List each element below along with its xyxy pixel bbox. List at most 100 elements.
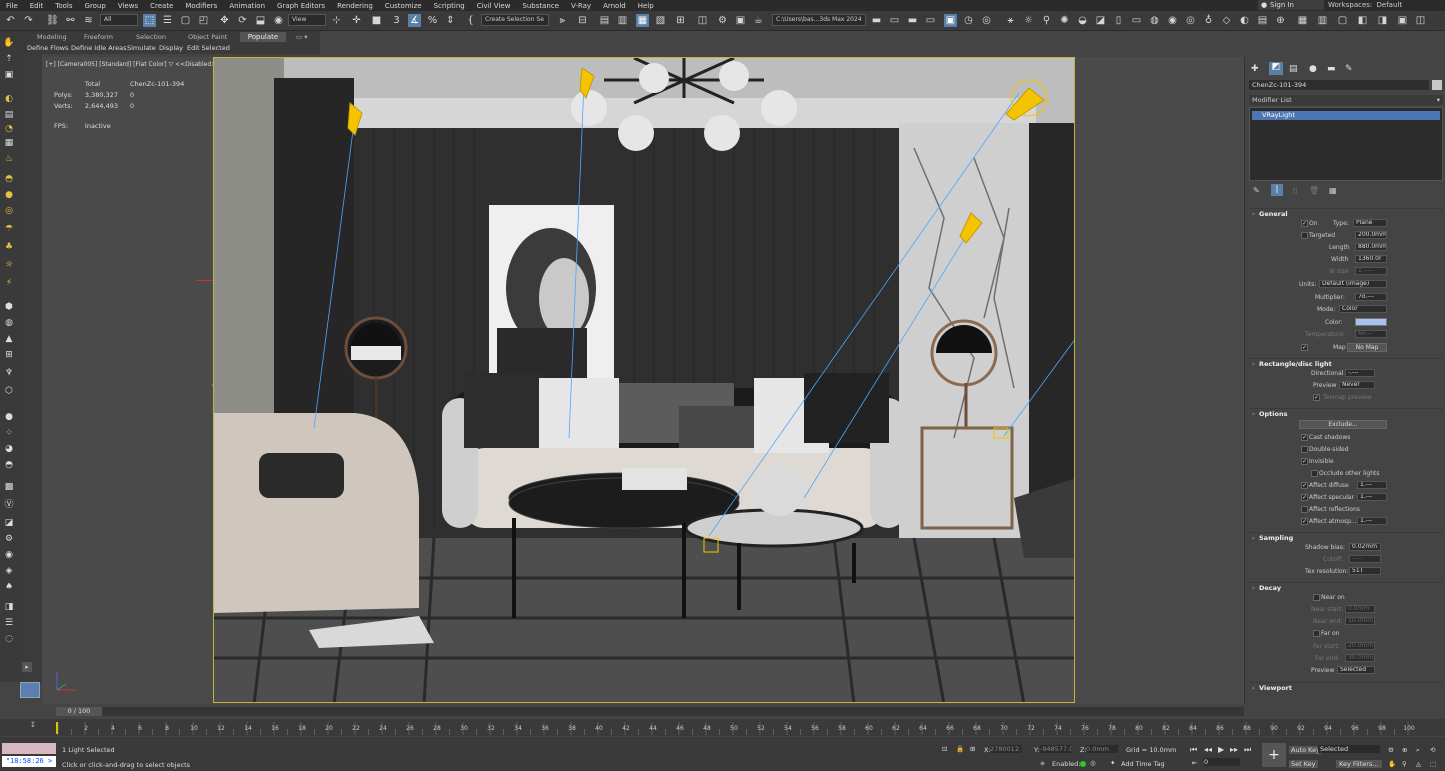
sphere-icon[interactable]: ●	[3, 190, 15, 201]
modifier-list-dropdown[interactable]: Modifier List ▾	[1249, 95, 1443, 105]
curve-editor-icon[interactable]: ▧	[654, 14, 667, 27]
ball-icon[interactable]: ●	[3, 412, 15, 423]
material-editor-icon[interactable]: ◫	[696, 14, 709, 27]
maxscript-clock[interactable]: "18:58:26 >	[2, 756, 56, 767]
box-icon[interactable]: ▤	[3, 110, 15, 121]
material-icon[interactable]: ◉	[3, 550, 15, 561]
move-icon[interactable]: ✥	[218, 14, 231, 27]
selection-filter-dropdown[interactable]: All	[100, 14, 138, 26]
vray-camera-icon[interactable]: ◐	[1238, 14, 1251, 27]
bolt-icon[interactable]: ⚡	[3, 278, 15, 289]
torus-icon[interactable]: ◎	[3, 206, 15, 217]
vray-extra-icon-4[interactable]: ◧	[1356, 14, 1369, 27]
map-checkbox[interactable]: ✓	[1301, 344, 1308, 351]
menu-create[interactable]: Create	[144, 2, 179, 10]
create-tab-icon[interactable]: ✚	[1251, 64, 1259, 74]
link-icon[interactable]: ⛓	[46, 14, 59, 27]
go-to-end-icon[interactable]: ⏭	[1244, 745, 1251, 755]
vray-extra-icon-3[interactable]: ▢	[1336, 14, 1349, 27]
vray-toolbar-icon-2[interactable]: ▭	[888, 14, 901, 27]
layer-explorer-icon[interactable]: ▥	[616, 14, 629, 27]
teapot-icon[interactable]: ◔	[3, 124, 15, 135]
globe-small-icon[interactable]: ◌	[3, 634, 15, 645]
rollout-rectangle-disc[interactable]: Rectangle/disc light	[1249, 358, 1443, 369]
configure-sets-icon[interactable]: ▦	[1329, 186, 1337, 195]
window-crossing-icon[interactable]: ◰	[197, 14, 210, 27]
vray-ies-icon[interactable]: ⚲	[1040, 14, 1053, 27]
affect-diffuse-checkbox[interactable]: ✓	[1301, 482, 1308, 489]
menu-animation[interactable]: Animation	[223, 2, 271, 10]
occlude-checkbox[interactable]	[1311, 470, 1318, 477]
vray-material-icon[interactable]: ◎	[1184, 14, 1197, 27]
pin-icon[interactable]: ◈	[3, 566, 15, 577]
viewport-menu-plus[interactable]: [+]	[46, 61, 56, 68]
maxscript-listener-mini[interactable]	[2, 743, 56, 754]
spotlight-icon[interactable]: ☂	[3, 224, 15, 235]
unlink-icon[interactable]: ⚯	[64, 14, 77, 27]
mesh-icon[interactable]: ⬡	[3, 386, 15, 397]
modifier-stack[interactable]: VRayLight	[1249, 107, 1443, 181]
width-spinner[interactable]: 1360.0r	[1355, 255, 1387, 263]
ribbon-tab-freeform[interactable]: Freeform	[84, 33, 113, 42]
vray-sphere-icon[interactable]: ◍	[1148, 14, 1161, 27]
render-production-icon[interactable]: ☕	[752, 14, 765, 27]
schematic-view-icon[interactable]: ⊞	[674, 14, 687, 27]
vray-extra-icon-1[interactable]: ▦	[1296, 14, 1309, 27]
preview-dropdown[interactable]: Never	[1339, 381, 1375, 389]
vray-cosmos-icon[interactable]: ◉	[1166, 14, 1179, 27]
align-icon[interactable]: ⊟	[576, 14, 589, 27]
named-selection-set-dropdown[interactable]: Create Selection Se	[481, 14, 549, 26]
far-start-spinner[interactable]: 20.0mm	[1345, 642, 1375, 650]
reference-coordinate-dropdown[interactable]: View	[288, 14, 326, 26]
percent-snap-icon[interactable]: %	[426, 14, 439, 27]
menu-arnold[interactable]: Arnold	[597, 2, 632, 10]
workspace-selector[interactable]: Workspaces: Default	[1328, 0, 1445, 10]
motion-tab-icon[interactable]: ●	[1309, 64, 1317, 74]
vray-fur-icon[interactable]: ▯	[1112, 14, 1125, 27]
toggle-ribbon-icon[interactable]: ▦	[636, 14, 649, 27]
tree-icon[interactable]: ♠	[3, 582, 15, 593]
vray-extra-icon-6[interactable]: ▣	[1396, 14, 1409, 27]
affect-specular-spinner[interactable]: 1.---	[1357, 493, 1387, 501]
list-icon[interactable]: ☰	[3, 618, 15, 629]
hemisphere-icon[interactable]: ◓	[3, 174, 15, 185]
utilities-tab-icon[interactable]: ✎	[1345, 64, 1353, 74]
placement-icon[interactable]: ◉	[272, 14, 285, 27]
make-unique-icon[interactable]: ▯	[1293, 186, 1297, 195]
on-checkbox[interactable]: ✓	[1301, 220, 1308, 227]
scale-icon[interactable]: ⬓	[254, 14, 267, 27]
vray-extra-icon-2[interactable]: ▥	[1316, 14, 1329, 27]
ribbon-define-flows[interactable]: Define Flows	[27, 44, 69, 53]
isolate-icon[interactable]: ⊡	[942, 745, 947, 753]
mode-dropdown[interactable]: Color	[1339, 305, 1387, 313]
next-frame-icon[interactable]: ▸▸	[1230, 745, 1238, 754]
menu-group[interactable]: Group	[79, 2, 112, 10]
enabled-indicator-icon[interactable]	[1080, 761, 1086, 767]
script-icon[interactable]: ◪	[3, 518, 15, 529]
modify-tab-icon[interactable]: ◩	[1269, 62, 1283, 75]
key-mode-icon[interactable]: ⇤	[1192, 759, 1197, 767]
settings-icon[interactable]: ⚙	[3, 534, 15, 545]
show-end-result-icon[interactable]: |	[1271, 184, 1283, 196]
pan-icon[interactable]: ✋	[1388, 760, 1396, 768]
affect-specular-checkbox[interactable]: ✓	[1301, 494, 1308, 501]
vray-dome-icon[interactable]: ◒	[1076, 14, 1089, 27]
tex-resolution-spinner[interactable]: 51T	[1349, 567, 1381, 575]
paint-icon[interactable]: ◕	[3, 444, 15, 455]
temperature-spinner[interactable]: 6o---	[1355, 330, 1387, 338]
current-frame-field[interactable]: 0	[1204, 758, 1240, 766]
grid-icon[interactable]: ▦	[3, 138, 15, 149]
ribbon-tab-object-paint[interactable]: Object Paint	[188, 33, 227, 42]
zoom-icon[interactable]: ⌕	[1416, 746, 1420, 755]
light-icon[interactable]: ◐	[3, 94, 15, 105]
far-end-spinner[interactable]: 30.0mm	[1345, 654, 1375, 662]
texmap-preview-checkbox[interactable]: ✓	[1313, 394, 1320, 401]
x-coordinate[interactable]: 2780012.1	[990, 745, 1022, 753]
undo-icon[interactable]: ↶	[4, 14, 17, 27]
snaps-toggle-icon[interactable]: 3	[390, 14, 403, 27]
set-key-button[interactable]: Set Key	[1289, 760, 1318, 768]
sign-in-button[interactable]: ● Sign In	[1258, 0, 1324, 10]
maximize-viewport-icon[interactable]: ⬚	[1430, 760, 1436, 768]
lamp-icon[interactable]: ♨	[3, 154, 15, 165]
adaptive-degradation-icon[interactable]: ◈	[1040, 759, 1045, 767]
